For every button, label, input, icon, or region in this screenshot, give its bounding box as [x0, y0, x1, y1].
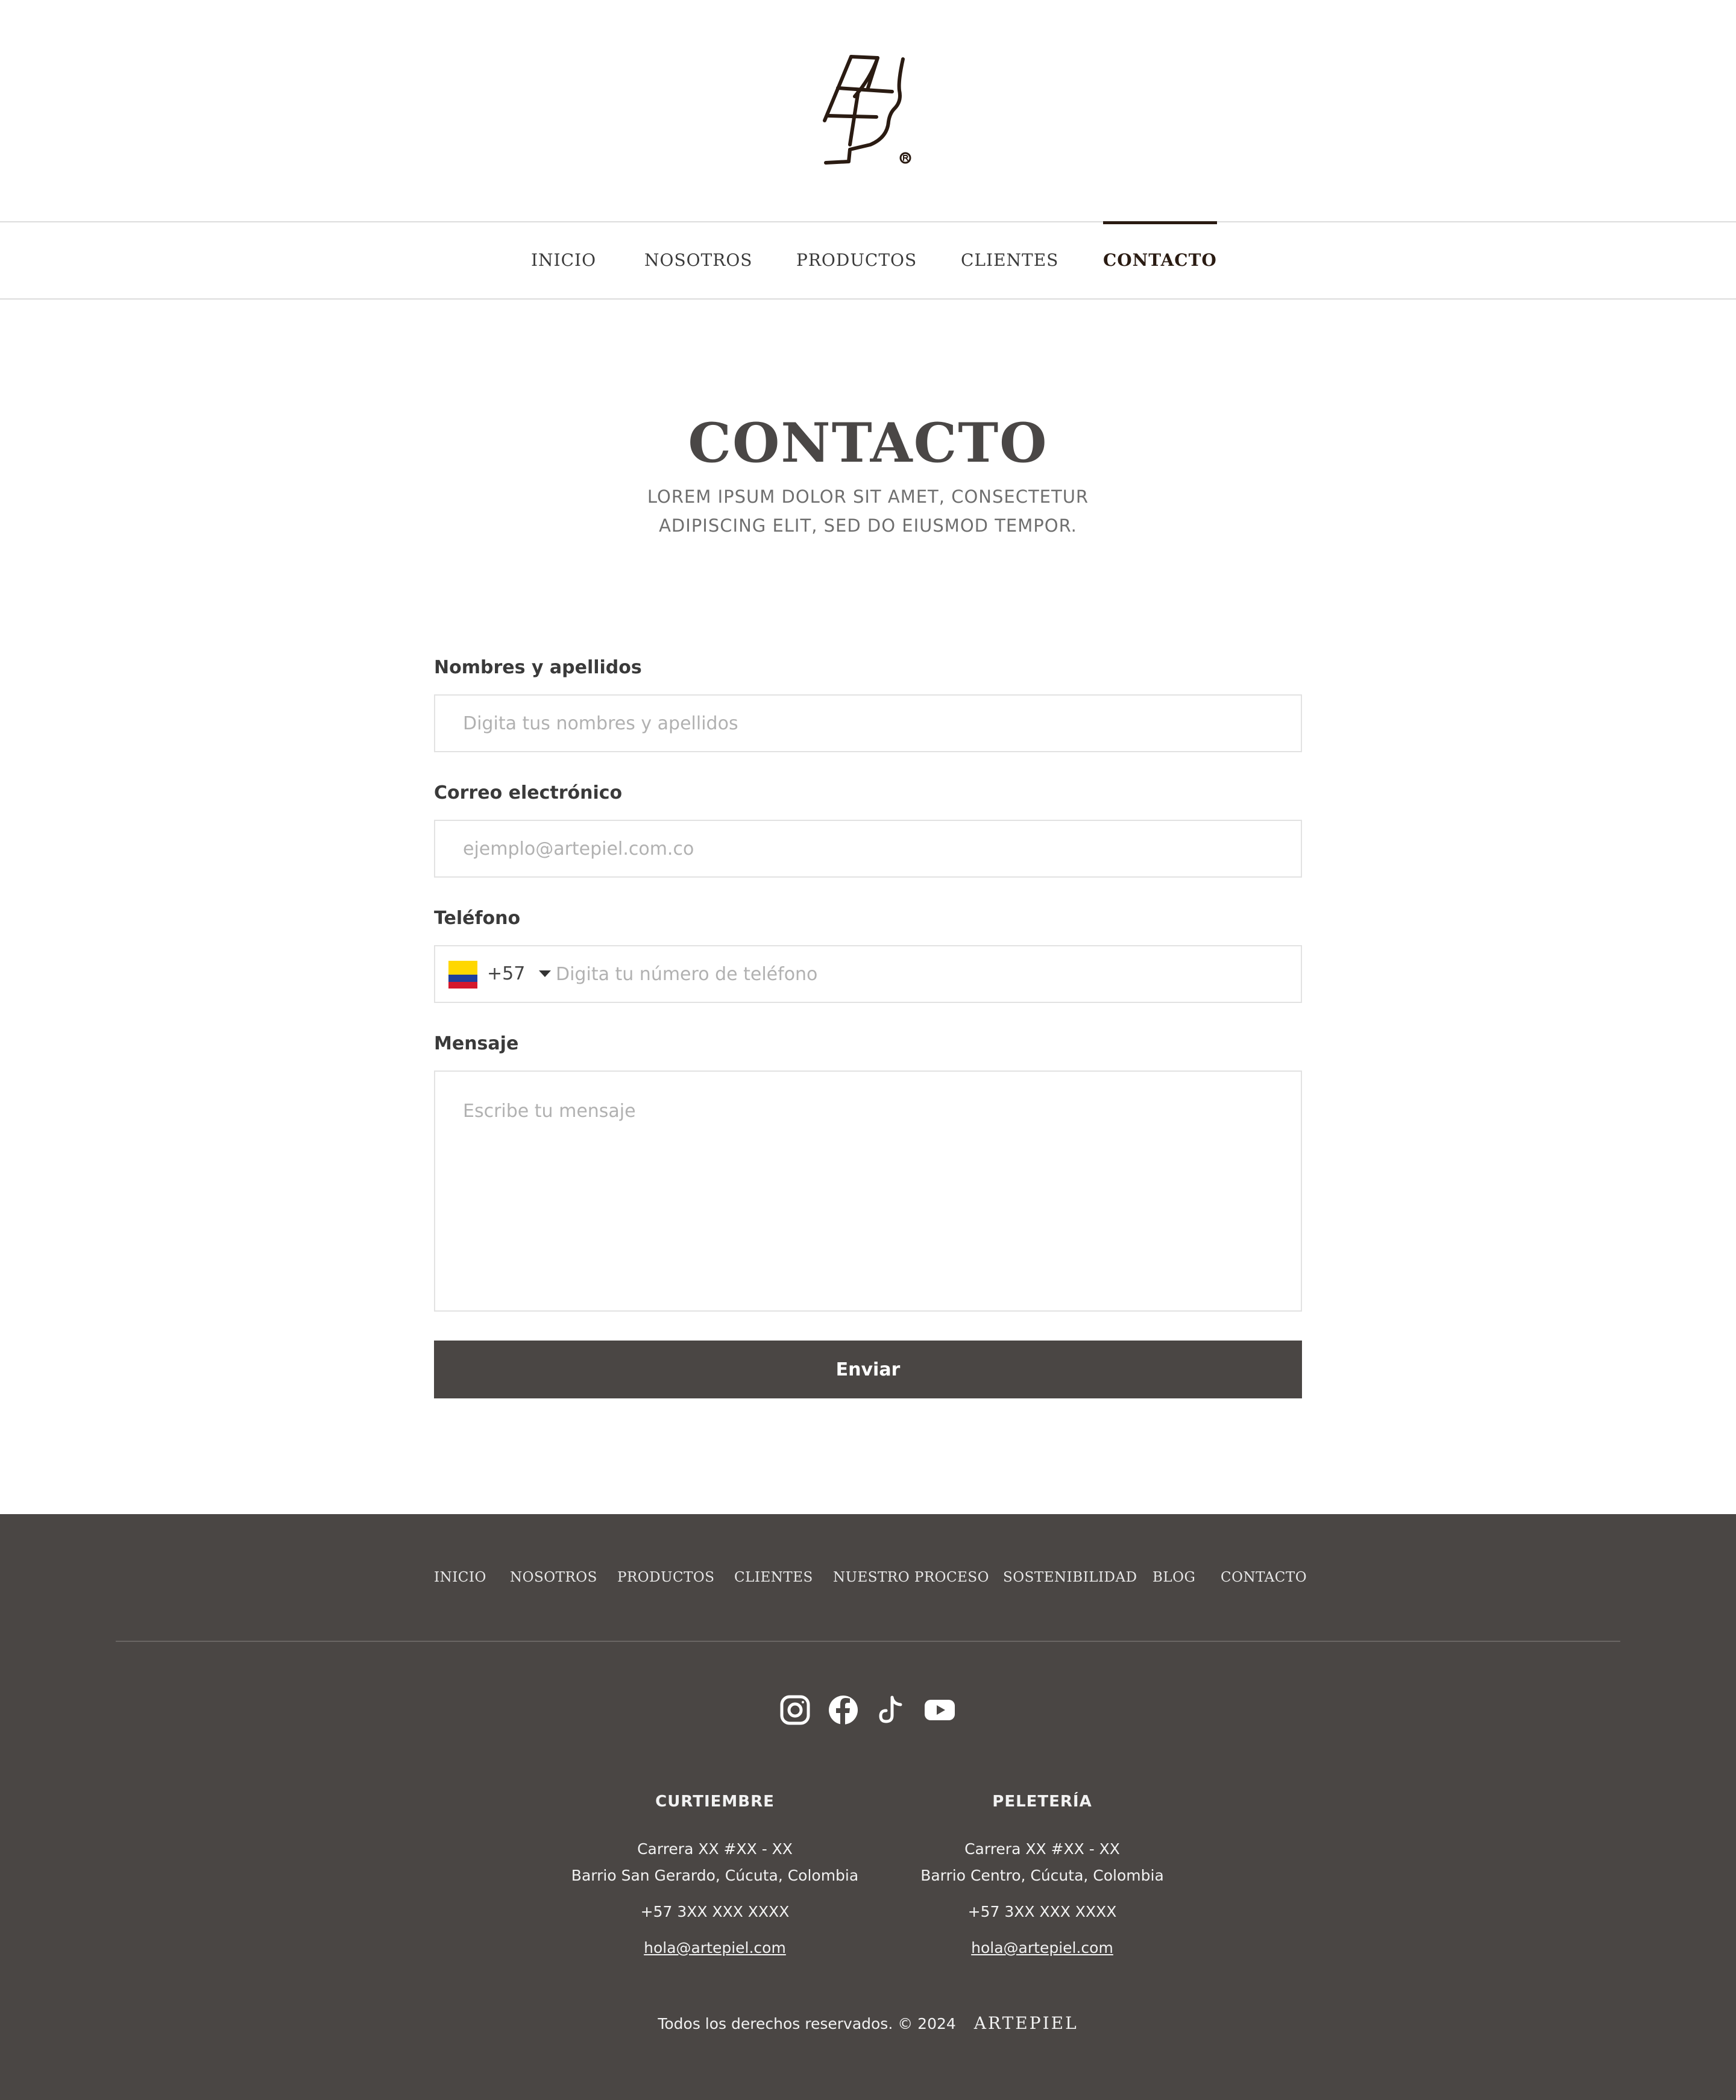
column-title: CURTIEMBRE: [655, 1793, 775, 1811]
email-link[interactable]: hola@artepiel.com: [546, 1935, 884, 1961]
page-subtitle: LOREM IPSUM DOLOR SIT AMET, CONSECTETUR …: [647, 486, 1089, 536]
phone-number: +57 3XX XXX XXXX: [640, 1903, 790, 1920]
artepiel-logo[interactable]: [820, 54, 916, 169]
footer-column-peleteria: PELETERÍA Carrera XX #XX - XX Barrio Cen…: [873, 1793, 1211, 1961]
submit-button[interactable]: Enviar: [434, 1341, 1302, 1398]
footer-nav-blog[interactable]: BLOG: [1153, 1570, 1195, 1585]
email-label: Correo electrónico: [434, 782, 623, 803]
footer-nav-productos[interactable]: PRODUCTOS: [617, 1570, 715, 1585]
address-line-1: Carrera XX #XX - XX: [964, 1840, 1120, 1858]
footer-nav-nuestro-proceso[interactable]: NUESTRO PROCESO: [833, 1570, 989, 1585]
youtube-icon[interactable]: [923, 1694, 956, 1726]
phone-input[interactable]: [556, 946, 1297, 1002]
site-footer: INICIO NOSOTROS PRODUCTOS CLIENTES NUEST…: [0, 1514, 1736, 2100]
footer-divider: [116, 1641, 1620, 1642]
colombia-flag-icon: [448, 961, 477, 989]
message-textarea[interactable]: [434, 1070, 1302, 1312]
nav-item-inicio[interactable]: INICIO: [531, 222, 596, 298]
caret-down-icon: [539, 970, 551, 977]
copyright-text: Todos los derechos reservados. © 2024: [658, 2015, 956, 2032]
phone-label: Teléfono: [434, 908, 521, 929]
country-code-selector[interactable]: +57: [447, 946, 551, 1002]
phone-field: +57: [434, 945, 1302, 1003]
page-title: CONTACTO: [688, 411, 1048, 475]
instagram-icon[interactable]: [779, 1694, 811, 1726]
address: Carrera XX #XX - XX Barrio Centro, Cúcut…: [873, 1836, 1211, 1889]
message-label: Mensaje: [434, 1033, 519, 1054]
footer-nav-nosotros[interactable]: NOSOTROS: [510, 1570, 597, 1585]
copyright: Todos los derechos reservados. © 2024 ART…: [0, 2013, 1736, 2033]
address: Carrera XX #XX - XX Barrio San Gerardo, …: [546, 1836, 884, 1889]
name-label: Nombres y apellidos: [434, 657, 642, 678]
email-link[interactable]: hola@artepiel.com: [873, 1935, 1211, 1961]
phone-number: +57 3XX XXX XXXX: [967, 1903, 1117, 1920]
brand-wordmark[interactable]: ARTEPIEL: [974, 2013, 1078, 2033]
footer-nav-contacto[interactable]: CONTACTO: [1221, 1570, 1307, 1585]
address-line-2: Barrio Centro, Cúcuta, Colombia: [920, 1867, 1164, 1884]
facebook-icon[interactable]: [827, 1694, 860, 1726]
address-line-1: Carrera XX #XX - XX: [637, 1840, 793, 1858]
country-dial-code: +57: [487, 963, 526, 984]
column-title: PELETERÍA: [992, 1793, 1092, 1811]
footer-nav-clientes[interactable]: CLIENTES: [734, 1570, 813, 1585]
email-input[interactable]: [434, 820, 1302, 878]
main-navigation: INICIO NOSOTROS PRODUCTOS CLIENTES CONTA…: [0, 221, 1736, 300]
nav-item-clientes[interactable]: CLIENTES: [961, 222, 1058, 298]
footer-nav-sostenibilidad[interactable]: SOSTENIBILIDAD: [1003, 1570, 1137, 1585]
nav-item-contacto[interactable]: CONTACTO: [1103, 221, 1217, 298]
name-input[interactable]: [434, 694, 1302, 752]
site-header: [0, 0, 1736, 222]
nav-item-productos[interactable]: PRODUCTOS: [796, 222, 917, 298]
footer-column-curtiembre: CURTIEMBRE Carrera XX #XX - XX Barrio Sa…: [546, 1793, 884, 1961]
address-line-2: Barrio San Gerardo, Cúcuta, Colombia: [571, 1867, 859, 1884]
nav-item-nosotros[interactable]: NOSOTROS: [644, 222, 753, 298]
tiktok-icon[interactable]: [875, 1694, 908, 1726]
footer-nav-inicio[interactable]: INICIO: [434, 1570, 486, 1585]
